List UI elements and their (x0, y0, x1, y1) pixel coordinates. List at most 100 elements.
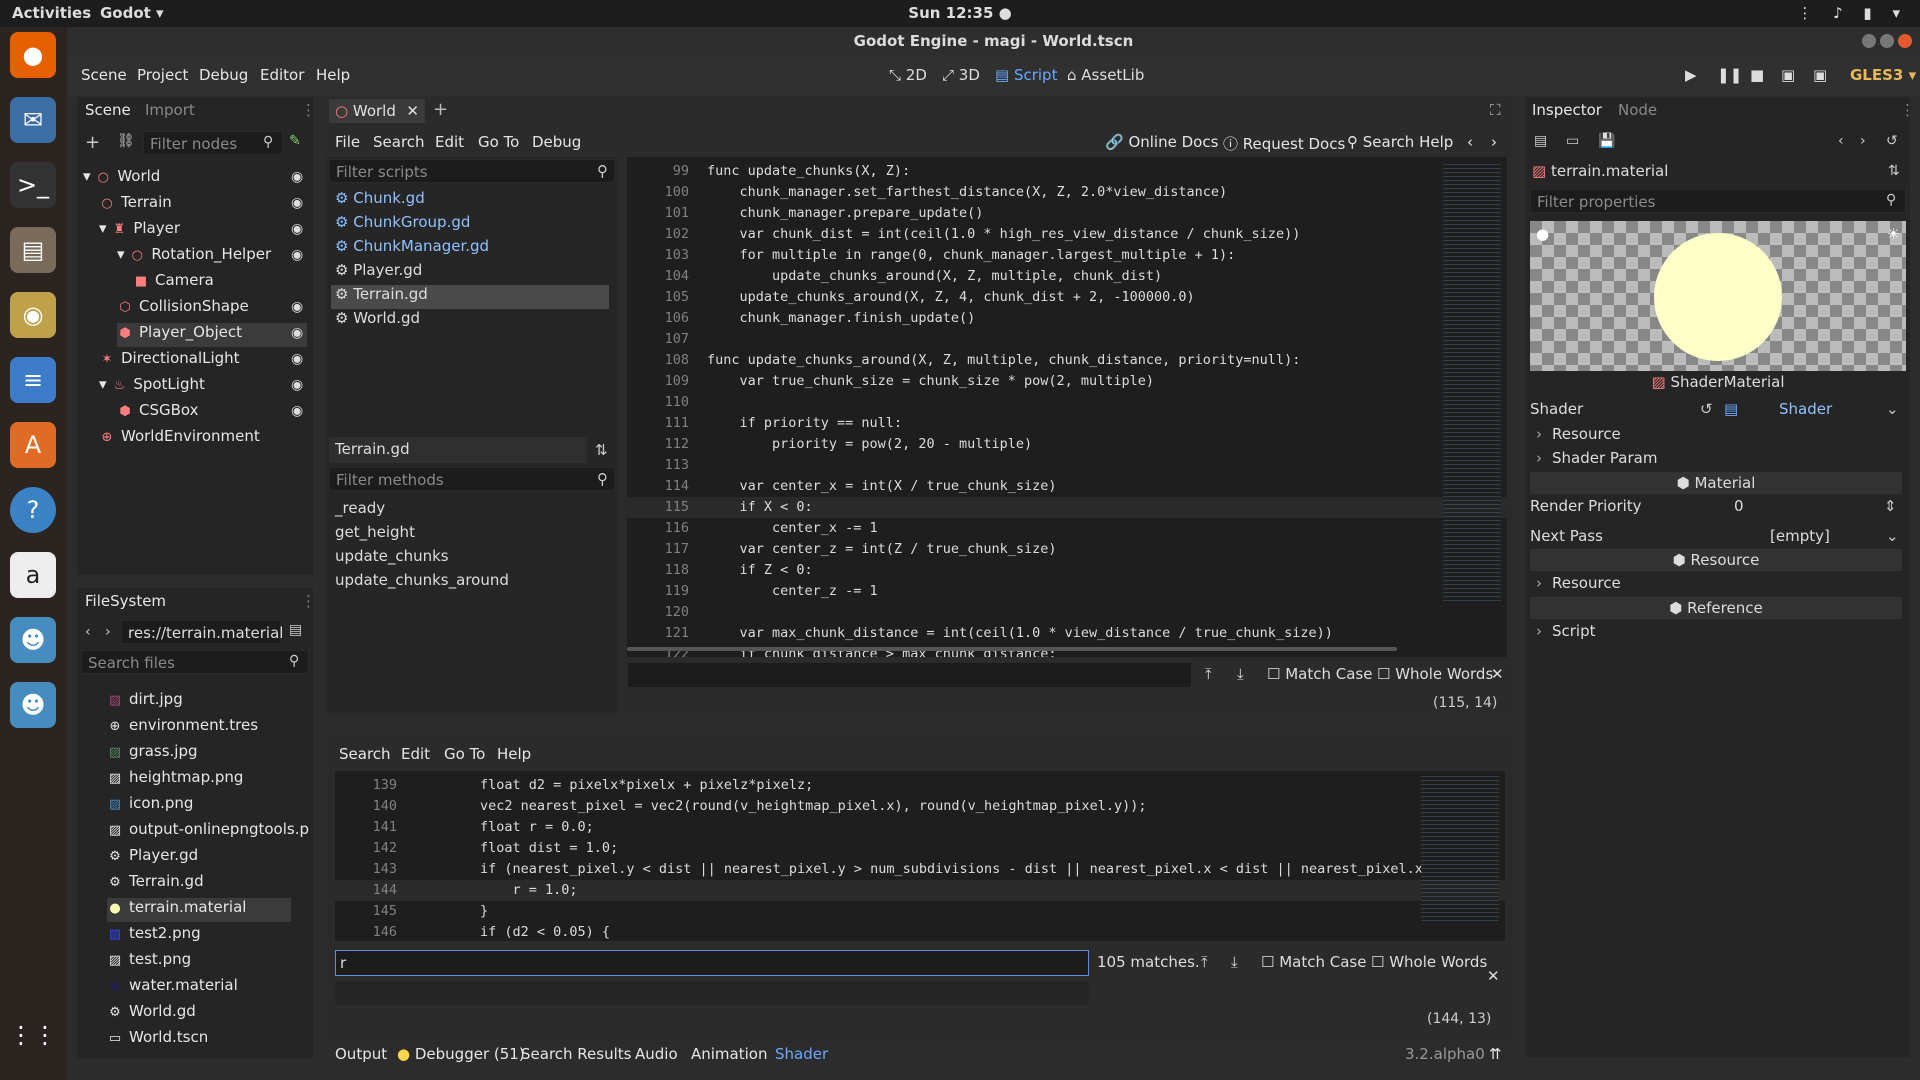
script-item[interactable]: ⚙ World.gd (335, 309, 420, 333)
script-menu-debug[interactable]: Debug (532, 133, 581, 151)
visibility-eye-icon[interactable]: ◉ (291, 221, 307, 237)
document-icon[interactable]: ≡ (10, 357, 56, 403)
close-find-icon[interactable]: ✕ (1491, 665, 1504, 683)
code-line[interactable]: 115 if X < 0: (627, 497, 1507, 518)
edited-resource[interactable]: ▨ terrain.material (1532, 162, 1668, 180)
file-item[interactable]: ⊕ environment.tres (107, 716, 259, 740)
code-line[interactable]: 109 var true_chunk_size = chunk_size * p… (627, 371, 1507, 392)
file-item[interactable]: ▨ icon.png (107, 794, 194, 818)
find-previous-icon[interactable]: ⤒ (1205, 665, 1212, 683)
property-sort-icon[interactable]: ⇅ (1888, 163, 1900, 179)
code-line[interactable]: 143 if (nearest_pixel.y < dist || neares… (335, 859, 1505, 880)
code-line[interactable]: 108 func update_chunks_around(X, Z, multi… (627, 350, 1507, 371)
shader-find-input[interactable] (335, 950, 1089, 976)
tree-node-terrain[interactable]: ○ Terrain ◉ (99, 193, 307, 217)
inspector-menu-icon[interactable]: ⋮ (1900, 101, 1915, 119)
code-line[interactable]: 144 r = 1.0; (335, 880, 1505, 901)
shader-code-editor[interactable]: 139 float d2 = pixelx*pixelx + pixelz*pi… (335, 771, 1505, 941)
split-view-icon[interactable]: ▤ (289, 622, 302, 638)
code-line[interactable]: 100 chunk_manager.set_farthest_distance(… (627, 182, 1507, 203)
preview-light-icon[interactable]: ☀ (1887, 225, 1900, 243)
method-item[interactable]: _ready (335, 499, 385, 523)
menu-editor[interactable]: Editor (260, 66, 304, 84)
tab-audio[interactable]: Audio (635, 1045, 678, 1063)
shader-value-dropdown[interactable]: Shader (1779, 400, 1832, 418)
visibility-eye-icon[interactable]: ◉ (291, 169, 307, 185)
script-menu-search[interactable]: Search (373, 133, 425, 151)
tree-node-world[interactable]: ▾ ○ World ◉ (83, 167, 307, 191)
code-line[interactable]: 101 chunk_manager.prepare_update() (627, 203, 1507, 224)
script-item[interactable]: ⚙ Chunk.gd (335, 189, 425, 213)
chevron-down-icon[interactable]: ⌄ (1886, 527, 1899, 545)
clock[interactable]: Sun 12:35 ● (908, 4, 1011, 22)
code-line[interactable]: 141 float r = 0.0; (335, 817, 1505, 838)
file-item[interactable]: ▨ dirt.jpg (107, 690, 183, 714)
code-line[interactable]: 119 center_z -= 1 (627, 581, 1507, 602)
close-button[interactable] (1898, 34, 1912, 48)
find-next-icon[interactable]: ⤓ (1237, 665, 1244, 683)
tab-node[interactable]: Node (1618, 101, 1657, 119)
code-line[interactable]: 112 priority = pow(2, 20 - multiple) (627, 434, 1507, 455)
find-next-icon[interactable]: ⤓ (1231, 953, 1238, 971)
code-line[interactable]: 146 if (d2 < 0.05) { (335, 922, 1505, 941)
godot-icon-2[interactable]: ☻ (10, 682, 56, 728)
code-line[interactable]: 110 (627, 392, 1507, 413)
file-item[interactable]: ▨ test.png (107, 950, 191, 974)
visibility-eye-icon[interactable]: ◉ (291, 195, 307, 211)
code-line[interactable]: 140 vec2 nearest_pixel = vec2(round(v_he… (335, 796, 1505, 817)
tree-node-collisionshape[interactable]: ⬡ CollisionShape ◉ (117, 297, 307, 321)
find-input[interactable] (627, 662, 1192, 688)
match-case-checkbox[interactable]: ☐ Match Case (1261, 953, 1366, 971)
scene-dock-menu-icon[interactable]: ⋮ (301, 101, 316, 119)
menu-project[interactable]: Project (137, 66, 188, 84)
code-line[interactable]: 116 center_x -= 1 (627, 518, 1507, 539)
filter-methods-input[interactable]: Filter methods (329, 467, 615, 491)
activities-button[interactable]: Activities (12, 4, 91, 22)
minimap[interactable] (1421, 773, 1499, 923)
search-files-input[interactable]: Search files (81, 650, 309, 674)
app-menu[interactable]: Godot ▾ (100, 4, 164, 22)
forward-icon[interactable]: › (105, 624, 111, 640)
tree-node-csgbox[interactable]: ⬢ CSGBox ◉ (117, 401, 307, 425)
code-line[interactable]: 103 for multiple in range(0, chunk_manag… (627, 245, 1507, 266)
add-node-icon[interactable]: + (85, 132, 100, 153)
code-line[interactable]: 105 update_chunks_around(X, Z, 4, chunk_… (627, 287, 1507, 308)
object-history-icon[interactable]: ↺ (1886, 133, 1898, 149)
code-line[interactable]: 145 } (335, 901, 1505, 922)
resource-section-header[interactable]: ⬢ Resource (1530, 549, 1902, 571)
tab-scene[interactable]: Scene (85, 101, 131, 119)
tree-node-spotlight[interactable]: ▾ ♨ SpotLight ◉ (99, 375, 307, 399)
script-row[interactable]: › Script (1526, 622, 1906, 644)
reference-section-header[interactable]: ⬢ Reference (1530, 597, 1902, 619)
filter-properties-input[interactable]: Filter properties (1530, 189, 1906, 213)
code-line[interactable]: 111 if priority == null: (627, 413, 1507, 434)
fullscreen-icon[interactable]: ⛶ (1490, 101, 1501, 119)
method-item[interactable]: update_chunks (335, 547, 449, 571)
script-menu-edit[interactable]: Edit (435, 133, 464, 151)
path-input[interactable]: res://terrain.material (121, 620, 283, 644)
next-script-icon[interactable]: › (1491, 133, 1497, 151)
shader-param-row[interactable]: › Shader Param (1526, 449, 1906, 471)
tab-import[interactable]: Import (145, 101, 195, 119)
prev-script-icon[interactable]: ‹ (1467, 133, 1473, 151)
expand-panel-icon[interactable]: ⇈ (1489, 1045, 1502, 1063)
tab-debugger[interactable]: ● Debugger (51) (397, 1045, 525, 1063)
tree-node-player[interactable]: ▾ ♜ Player ◉ (99, 219, 307, 243)
tab-inspector[interactable]: Inspector (1532, 101, 1602, 119)
close-find-icon[interactable]: ✕ (1487, 967, 1500, 985)
menu-help[interactable]: Help (316, 66, 350, 84)
reset-icon[interactable]: ↺ (1700, 400, 1713, 418)
script-item[interactable]: ⚙ Player.gd (335, 261, 422, 285)
tab-shader[interactable]: Shader (775, 1045, 828, 1063)
code-line[interactable]: 118 if Z < 0: (627, 560, 1507, 581)
workspace-assetlib[interactable]: ⌂ AssetLib (1067, 66, 1144, 84)
tree-node-player-object[interactable]: ⬢ Player_Object ◉ (117, 323, 307, 347)
file-item[interactable]: ⚙ World.gd (107, 1002, 196, 1026)
visibility-eye-icon[interactable]: ◉ (291, 247, 307, 263)
code-line[interactable]: 107 (627, 329, 1507, 350)
history-forward-icon[interactable]: › (1860, 133, 1866, 149)
sort-icon[interactable]: ⇅ (595, 441, 608, 459)
history-back-icon[interactable]: ‹ (1838, 133, 1844, 149)
file-item[interactable]: ▨ heightmap.png (107, 768, 244, 792)
online-docs-link[interactable]: 🔗 Online Docs (1105, 133, 1218, 151)
